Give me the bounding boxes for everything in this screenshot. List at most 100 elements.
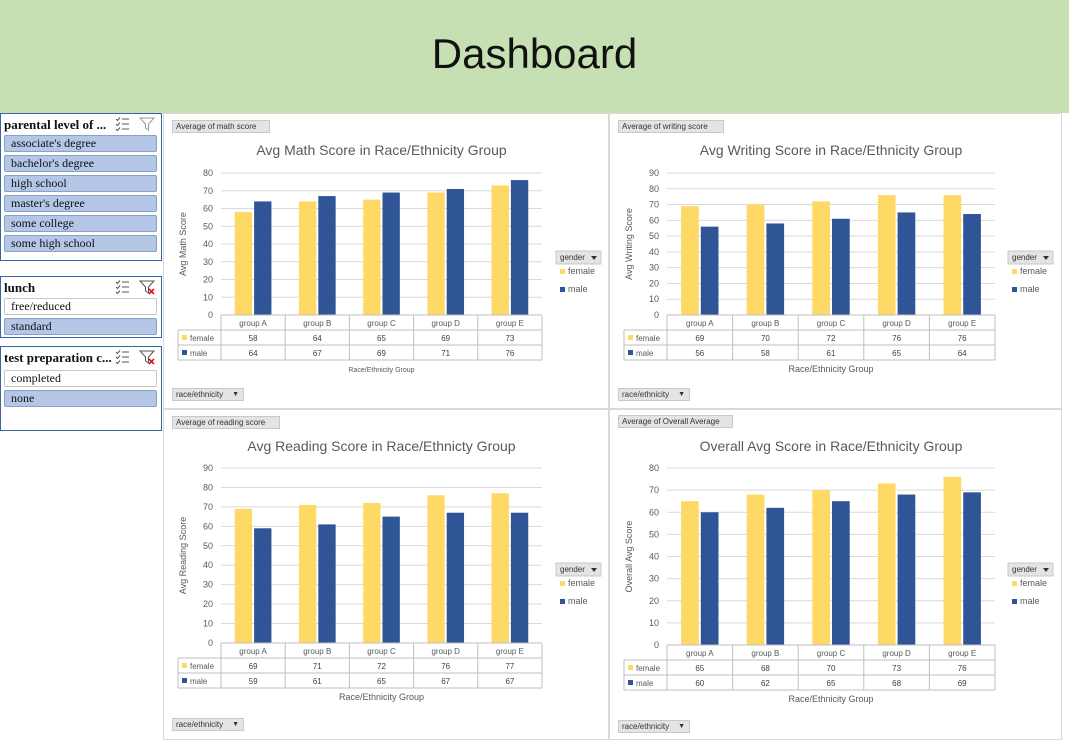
slicer-item-associates-degree[interactable]: associate's degree bbox=[4, 135, 157, 152]
y-tick-label: 50 bbox=[203, 221, 213, 231]
legend-title: gender bbox=[1012, 253, 1037, 262]
slicer-item-masters-degree[interactable]: master's degree bbox=[4, 195, 157, 212]
multi-select-icon[interactable] bbox=[114, 279, 130, 295]
x-tick-label: group A bbox=[239, 647, 267, 656]
x-tick-label: group E bbox=[496, 319, 524, 328]
data-label: 69 bbox=[441, 334, 450, 343]
bar-female-group-A bbox=[681, 501, 699, 645]
slicer-item-standard[interactable]: standard bbox=[4, 318, 157, 335]
axis-field-button-race[interactable]: race/ethnicity ▼ bbox=[618, 720, 690, 733]
legend-swatch-female bbox=[1012, 269, 1017, 274]
y-tick-label: 30 bbox=[203, 257, 213, 267]
data-label: 64 bbox=[249, 349, 258, 358]
y-tick-label: 10 bbox=[203, 292, 213, 302]
data-label: 61 bbox=[313, 677, 322, 686]
bar-male-group-A bbox=[700, 226, 719, 315]
data-label: 58 bbox=[761, 349, 770, 358]
series-name: female bbox=[190, 334, 215, 343]
series-name: female bbox=[190, 662, 215, 671]
slicer-header: parental level of ... bbox=[1, 114, 161, 134]
y-tick-label: 30 bbox=[649, 263, 659, 273]
bar-female-group-C bbox=[812, 201, 830, 315]
data-label: 64 bbox=[313, 334, 322, 343]
slicer-item-none[interactable]: none bbox=[4, 390, 157, 407]
x-tick-label: group E bbox=[496, 647, 524, 656]
bar-female-group-C bbox=[363, 503, 381, 643]
chart-title: Avg Math Score in Race/Ethnicity Group bbox=[256, 142, 507, 158]
dropdown-arrow-icon: ▼ bbox=[232, 391, 239, 398]
chart-panel-overall: Average of Overall Average Overall Avg S… bbox=[609, 409, 1062, 740]
slicer-item-high-school[interactable]: high school bbox=[4, 175, 157, 192]
legend-entry: female bbox=[568, 578, 595, 588]
multi-select-icon[interactable] bbox=[114, 349, 130, 365]
multi-select-icon[interactable] bbox=[114, 116, 130, 132]
bar-male-group-A bbox=[254, 528, 272, 643]
bar-male-group-C bbox=[382, 516, 400, 643]
data-label: 76 bbox=[441, 662, 450, 671]
writing-score-chart: Avg Writing Score in Race/Ethnicity Grou… bbox=[623, 142, 1054, 374]
axis-field-button-race[interactable]: race/ethnicity ▼ bbox=[172, 388, 244, 401]
y-tick-label: 90 bbox=[203, 463, 213, 473]
data-label: 70 bbox=[827, 664, 836, 673]
axis-field-button-race[interactable]: race/ethnicity ▼ bbox=[172, 718, 244, 731]
chart-title: Avg Reading Score in Race/Ethnicty Group bbox=[247, 438, 515, 454]
slicer-item-completed[interactable]: completed bbox=[4, 370, 157, 387]
series-name: male bbox=[636, 679, 654, 688]
slicer-item-some-high-school[interactable]: some high school bbox=[4, 235, 157, 252]
bar-male-group-E bbox=[963, 214, 981, 315]
legend-title: gender bbox=[1012, 565, 1037, 574]
data-label: 65 bbox=[892, 349, 901, 358]
data-label: 73 bbox=[505, 334, 514, 343]
x-tick-label: group C bbox=[817, 319, 846, 328]
clear-filter-icon[interactable] bbox=[139, 116, 155, 132]
slicer-title: lunch bbox=[4, 280, 36, 295]
data-label: 70 bbox=[761, 334, 770, 343]
legend-swatch-female bbox=[1012, 581, 1017, 586]
series-key-male bbox=[182, 350, 187, 355]
bar-male-group-C bbox=[832, 218, 850, 315]
x-axis-label: Race/Ethnicity Group bbox=[788, 364, 873, 374]
x-tick-label: group C bbox=[817, 649, 846, 658]
axis-field-label: race/ethnicity bbox=[176, 720, 224, 729]
x-axis-label: Race/Ethnicity Group bbox=[348, 367, 414, 374]
data-label: 69 bbox=[249, 662, 258, 671]
series-key-female bbox=[182, 663, 187, 668]
legend-swatch-male bbox=[560, 599, 565, 604]
y-tick-label: 10 bbox=[649, 618, 659, 628]
x-tick-label: group B bbox=[751, 649, 779, 658]
data-label: 65 bbox=[377, 677, 386, 686]
y-tick-label: 80 bbox=[203, 482, 213, 492]
axis-field-label: race/ethnicity bbox=[622, 722, 670, 731]
bar-male-group-B bbox=[766, 223, 785, 315]
x-tick-label: group E bbox=[948, 649, 976, 658]
data-label: 65 bbox=[377, 334, 386, 343]
y-tick-label: 30 bbox=[649, 574, 659, 584]
data-label: 56 bbox=[695, 349, 704, 358]
series-name: male bbox=[636, 349, 654, 358]
clear-filter-icon[interactable] bbox=[139, 279, 155, 295]
slicer-header: test preparation c... bbox=[1, 347, 161, 367]
bar-male-group-D bbox=[446, 188, 465, 315]
slicer-title: test preparation c... bbox=[4, 350, 112, 365]
slicer-item-free-reduced[interactable]: free/reduced bbox=[4, 298, 157, 315]
axis-field-button-race[interactable]: race/ethnicity ▼ bbox=[618, 388, 690, 401]
clear-filter-icon[interactable] bbox=[139, 349, 155, 365]
slicer-item-some-college[interactable]: some college bbox=[4, 215, 157, 232]
data-label: 60 bbox=[695, 679, 704, 688]
data-label: 68 bbox=[892, 679, 901, 688]
bar-female-group-A bbox=[234, 508, 253, 643]
y-tick-label: 0 bbox=[208, 638, 213, 648]
slicer-test-preparation: test preparation c... completed none bbox=[0, 346, 162, 431]
series-name: male bbox=[190, 677, 208, 686]
y-tick-label: 50 bbox=[649, 231, 659, 241]
data-label: 59 bbox=[249, 677, 258, 686]
bar-male-group-B bbox=[318, 524, 336, 643]
data-label: 65 bbox=[827, 679, 836, 688]
data-label: 65 bbox=[695, 664, 704, 673]
bar-female-group-D bbox=[877, 483, 896, 645]
bar-female-group-B bbox=[298, 201, 317, 315]
x-axis-label: Race/Ethnicity Group bbox=[339, 692, 424, 702]
series-name: male bbox=[190, 349, 208, 358]
y-tick-label: 40 bbox=[203, 239, 213, 249]
slicer-item-bachelors-degree[interactable]: bachelor's degree bbox=[4, 155, 157, 172]
